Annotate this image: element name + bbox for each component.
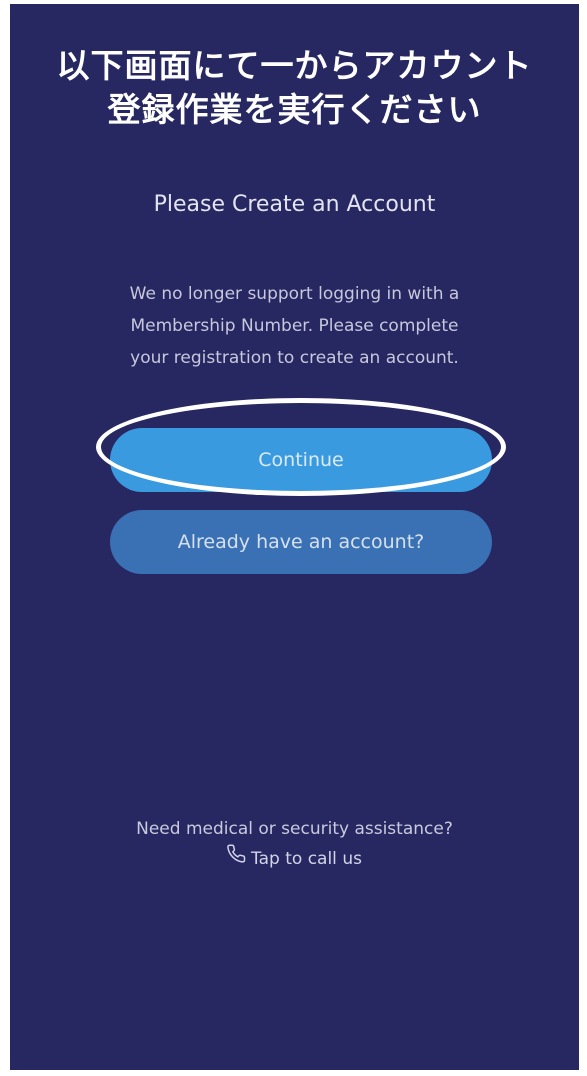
help-section: Need medical or security assistance? Tap…	[10, 814, 579, 874]
annotation-line-1: 以下画面にて一からアカウント	[56, 46, 533, 85]
page-title: Please Create an Account	[153, 192, 436, 217]
description-line: your registration to create an account.	[130, 348, 459, 368]
description-line: We no longer support logging in with a	[129, 284, 460, 304]
annotation-line-2: 登録作業を実行ください	[107, 90, 482, 129]
app-screen: 以下画面にて一からアカウント 登録作業を実行ください Please Create…	[10, 4, 579, 1070]
already-have-account-button[interactable]: Already have an account?	[110, 510, 492, 574]
continue-button[interactable]: Continue	[110, 428, 492, 492]
tap-to-call-link[interactable]: Tap to call us	[227, 844, 362, 874]
phone-icon	[227, 844, 247, 874]
description-line: Membership Number. Please complete	[130, 316, 459, 336]
instruction-annotation: 以下画面にて一からアカウント 登録作業を実行ください	[10, 44, 579, 132]
help-question: Need medical or security assistance?	[136, 819, 453, 839]
description-text: We no longer support logging in with a M…	[70, 278, 519, 374]
call-label: Tap to call us	[251, 849, 362, 869]
